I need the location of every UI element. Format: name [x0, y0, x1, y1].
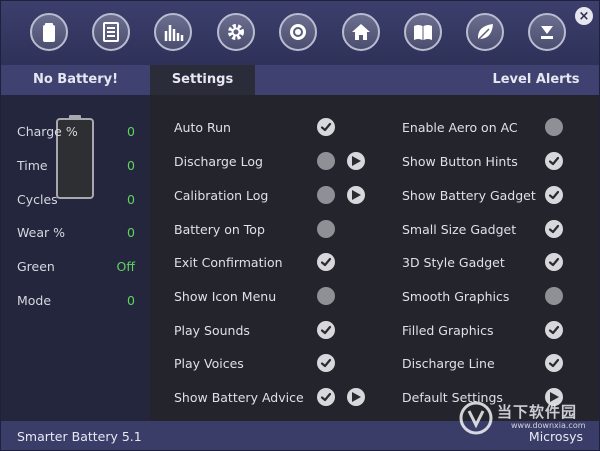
- stat-value: 0: [127, 158, 135, 173]
- stat-label: Wear %: [17, 225, 65, 240]
- stat-label: Mode: [17, 293, 52, 308]
- option-label: Play Sounds: [174, 323, 250, 338]
- watermark-url: www.downxia.com: [511, 421, 586, 430]
- minimize-icon[interactable]: [528, 13, 566, 51]
- list-icon[interactable]: [92, 13, 130, 51]
- checkbox-unchecked[interactable]: [317, 152, 335, 170]
- tab-settings[interactable]: Settings: [150, 65, 255, 95]
- option-exit-confirmation: Exit Confirmation: [174, 252, 374, 274]
- stat-row: Mode 0: [17, 293, 135, 313]
- option-label: Auto Run: [174, 120, 231, 135]
- stat-value: 0: [127, 124, 135, 139]
- option-label: Enable Aero on AC: [402, 120, 518, 135]
- play-icon[interactable]: [347, 186, 365, 204]
- target-icon[interactable]: [279, 13, 317, 51]
- option-battery-on-top: Battery on Top: [174, 219, 374, 241]
- tab-bar: No Battery! Settings Level Alerts: [1, 65, 599, 95]
- option-play-voices: Play Voices: [174, 353, 374, 375]
- leaf-icon[interactable]: [466, 13, 504, 51]
- stat-value: 0: [127, 293, 135, 308]
- app-window: × No Battery! Settings Level Alerts Char…: [0, 0, 600, 451]
- checkbox-checked[interactable]: [317, 118, 335, 136]
- option-3d-style-gadget: 3D Style Gadget: [402, 252, 599, 274]
- option-label: Play Voices: [174, 356, 244, 371]
- option-discharge-log: Discharge Log: [174, 151, 374, 173]
- option-label: Show Icon Menu: [174, 289, 277, 304]
- checkbox-checked[interactable]: [545, 220, 563, 238]
- option-label: Show Battery Advice: [174, 390, 304, 405]
- stat-row: Green Off: [17, 259, 135, 279]
- stat-row: Cycles 0: [17, 192, 135, 212]
- watermark-text: 当下软件园: [497, 403, 578, 421]
- option-label: Show Button Hints: [402, 154, 518, 169]
- checkbox-checked[interactable]: [545, 253, 563, 271]
- option-smooth-graphics: Smooth Graphics: [402, 286, 599, 308]
- option-show-battery-advice: Show Battery Advice: [174, 387, 374, 409]
- watermark-logo-icon: [459, 401, 493, 435]
- stat-row: Wear % 0: [17, 225, 135, 245]
- option-play-sounds: Play Sounds: [174, 320, 374, 342]
- stat-value: Off: [116, 259, 135, 274]
- option-label: Small Size Gadget: [402, 222, 517, 237]
- app-name: Smarter Battery 5.1: [17, 429, 142, 444]
- checkbox-checked[interactable]: [545, 321, 563, 339]
- checkbox-unchecked[interactable]: [317, 287, 335, 305]
- checkbox-checked[interactable]: [317, 253, 335, 271]
- option-auto-run: Auto Run: [174, 117, 374, 139]
- settings-panel: Auto Run Discharge Log Calibration Log Batt…: [150, 95, 599, 421]
- checkbox-checked[interactable]: [317, 354, 335, 372]
- option-label: 3D Style Gadget: [402, 255, 505, 270]
- play-icon[interactable]: [347, 388, 365, 406]
- stat-label: Cycles: [17, 192, 58, 207]
- stat-value: 0: [127, 225, 135, 240]
- stat-value: 0: [127, 192, 135, 207]
- stat-label: Charge %: [17, 124, 78, 139]
- toolbar: ×: [1, 1, 599, 65]
- checkbox-unchecked[interactable]: [317, 186, 335, 204]
- option-show-button-hints: Show Button Hints: [402, 151, 599, 173]
- option-calibration-log: Calibration Log: [174, 185, 374, 207]
- option-discharge-line: Discharge Line: [402, 353, 599, 375]
- checkbox-checked[interactable]: [317, 388, 335, 406]
- battery-status-panel: Charge % 0 Time 0 Cycles 0 Wear % 0 Green Off Mode…: [1, 95, 150, 421]
- option-label: Filled Graphics: [402, 323, 494, 338]
- stat-row: Charge % 0: [17, 124, 135, 144]
- checkbox-checked[interactable]: [545, 186, 563, 204]
- home-icon[interactable]: [342, 13, 380, 51]
- tab-level-alerts[interactable]: Level Alerts: [471, 65, 599, 95]
- option-show-battery-gadget: Show Battery Gadget: [402, 185, 599, 207]
- option-label: Smooth Graphics: [402, 289, 510, 304]
- checkbox-checked[interactable]: [317, 321, 335, 339]
- battery-icon[interactable]: [30, 13, 68, 51]
- checkbox-checked[interactable]: [545, 354, 563, 372]
- tab-no-battery[interactable]: No Battery!: [1, 65, 150, 95]
- option-label: Discharge Log: [174, 154, 263, 169]
- chart-icon[interactable]: [154, 13, 192, 51]
- option-enable-aero-on-ac: Enable Aero on AC: [402, 117, 599, 139]
- stat-row: Time 0: [17, 158, 135, 178]
- gear-icon[interactable]: [217, 13, 255, 51]
- option-label: Show Battery Gadget: [402, 188, 536, 203]
- book-icon[interactable]: [404, 13, 442, 51]
- checkbox-checked[interactable]: [545, 152, 563, 170]
- close-button[interactable]: ×: [575, 7, 593, 25]
- option-small-size-gadget: Small Size Gadget: [402, 219, 599, 241]
- option-filled-graphics: Filled Graphics: [402, 320, 599, 342]
- checkbox-unchecked[interactable]: [545, 118, 563, 136]
- play-icon[interactable]: [347, 152, 365, 170]
- option-label: Battery on Top: [174, 222, 265, 237]
- watermark: 当下软件园 www.downxia.com: [459, 399, 589, 439]
- checkbox-unchecked[interactable]: [545, 287, 563, 305]
- option-label: Discharge Line: [402, 356, 495, 371]
- checkbox-unchecked[interactable]: [317, 220, 335, 238]
- option-label: Exit Confirmation: [174, 255, 283, 270]
- stat-label: Green: [17, 259, 55, 274]
- stat-label: Time: [17, 158, 48, 173]
- option-show-icon-menu: Show Icon Menu: [174, 286, 374, 308]
- option-label: Calibration Log: [174, 188, 269, 203]
